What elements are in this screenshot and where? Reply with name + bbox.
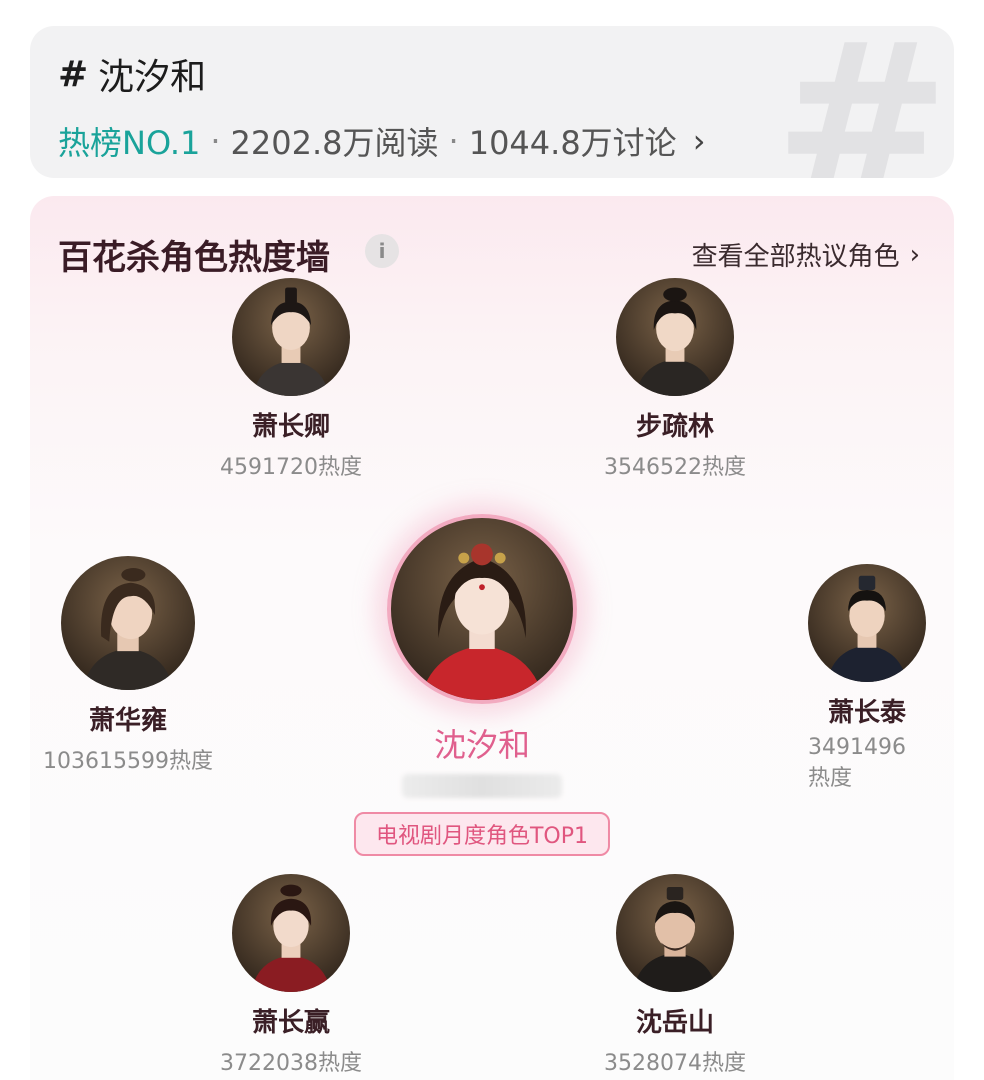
topic-title: # 沈汐和 [58,48,206,100]
character-item[interactable]: 萧长泰 3491496热度 [808,564,926,792]
character-name: 萧长泰 [827,698,906,728]
meta-separator: · [210,122,221,160]
character-heat-wall: 百花杀角色热度墙 i 查看全部热议角色 › 萧长卿 4591720热度 步疏林 … [30,196,954,1080]
topic-meta[interactable]: 热榜NO.1 · 2202.8万阅读 · 1044.8万讨论 › [58,118,705,164]
character-item[interactable]: 步疏林 3546522热度 [604,278,746,481]
character-name: 萧长卿 [251,412,331,442]
portrait-image [632,886,718,992]
avatar[interactable] [231,874,350,992]
blurred-heat-value [402,774,562,798]
character-item[interactable]: 萧华雍 103615599热度 [43,556,213,775]
featured-avatar[interactable] [387,514,577,704]
view-all-label: 查看全部热议角色 [691,242,900,272]
character-name: 萧华雍 [88,706,168,736]
avatar[interactable] [60,556,195,690]
character-heat: 3528074热度 [604,1051,746,1076]
featured-character[interactable]: 沈汐和 电视剧月度角色TOP1 [353,514,611,856]
topic-header-card[interactable]: # # 沈汐和 热榜NO.1 · 2202.8万阅读 · 1044.8万讨论 › [30,26,954,178]
character-name: 萧长赢 [251,1008,331,1038]
wall-title: 百花杀角色热度墙 [58,238,330,278]
character-heat: 4591720热度 [220,455,362,480]
portrait-image [82,568,174,690]
hash-icon: # [58,53,89,95]
portrait-image [634,287,716,396]
portrait-image [250,884,332,992]
portrait-image [826,575,908,682]
monthly-top-badge: 电视剧月度角色TOP1 [353,812,611,856]
portrait-image [253,287,329,396]
hash-watermark-icon: # [774,26,950,178]
discussion-count: 1044.8万讨论 [468,124,677,162]
meta-separator: · [448,122,459,160]
character-heat: 103615599热度 [43,749,213,774]
character-item[interactable]: 萧长赢 3722038热度 [220,874,362,1077]
hot-rank-tag: 热榜NO.1 [58,124,201,162]
featured-character-name: 沈汐和 [433,726,530,764]
character-item[interactable]: 萧长卿 4591720热度 [220,278,362,481]
read-count: 2202.8万阅读 [230,124,439,162]
chevron-right-icon[interactable]: › [693,122,706,160]
info-icon[interactable]: i [365,234,399,268]
portrait-image [420,543,544,700]
character-item[interactable]: 沈岳山 3528074热度 [604,874,746,1077]
character-heat: 3491496热度 [808,735,906,791]
character-name: 沈岳山 [635,1008,715,1038]
character-name: 步疏林 [635,412,715,442]
character-heat: 3722038热度 [220,1051,362,1076]
view-all-characters-link[interactable]: 查看全部热议角色 › [692,236,920,273]
character-heat: 3546522热度 [604,455,746,480]
avatar[interactable] [231,278,350,396]
avatar[interactable] [615,278,734,396]
avatar[interactable] [808,564,926,682]
avatar[interactable] [615,874,734,992]
topic-title-text: 沈汐和 [98,57,207,98]
chevron-right-icon: › [909,239,920,270]
